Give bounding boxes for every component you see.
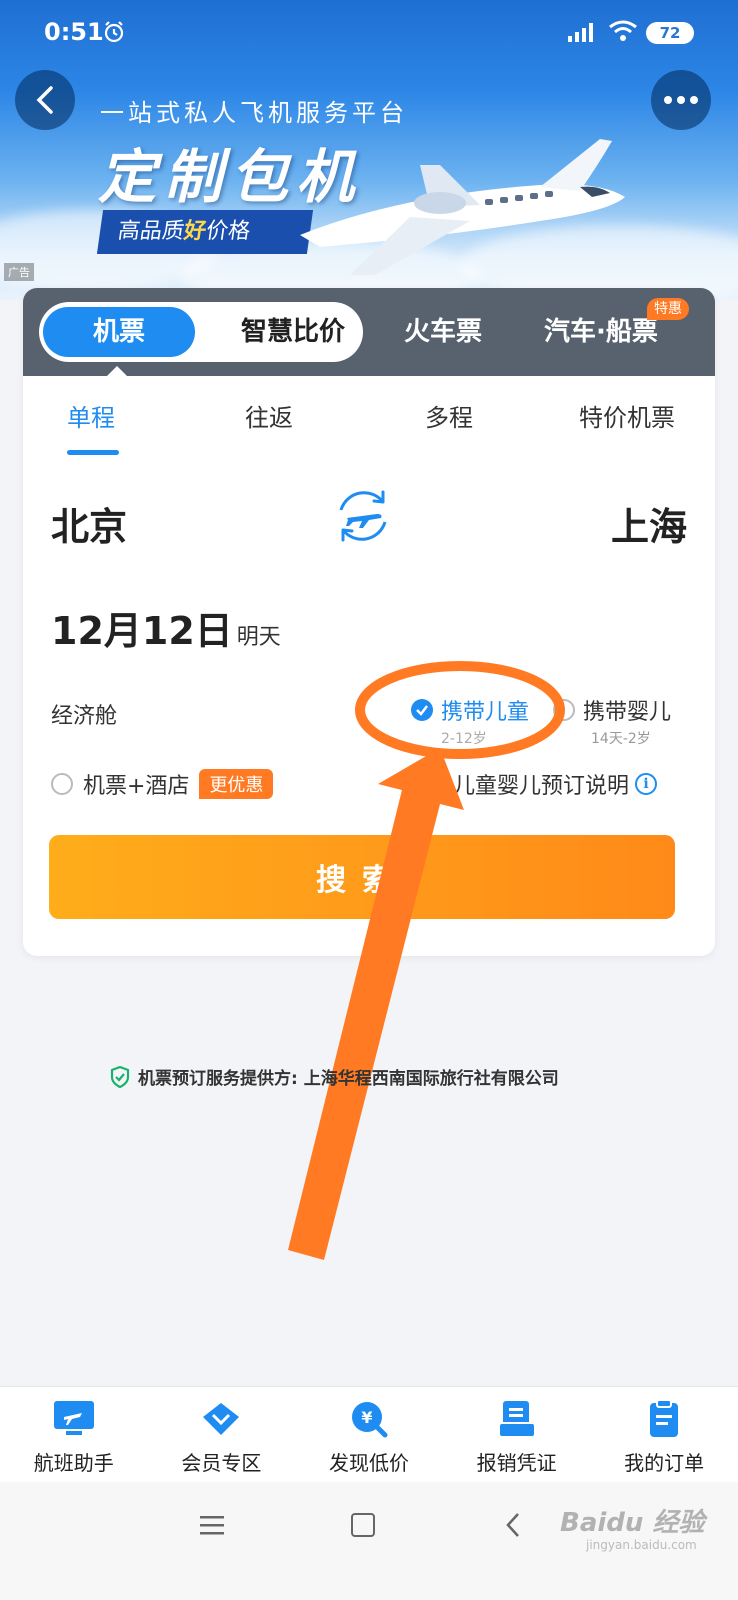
date-relative: 明天 — [236, 625, 281, 650]
slogan-prefix: 高品质 — [116, 219, 186, 244]
child-age-range: 2-12岁 — [441, 731, 487, 747]
watermark-url: jingyan.baidu.com — [586, 1538, 697, 1552]
nav-label: 我的订单 — [624, 1451, 705, 1475]
mode-tabs: 机票 智慧比价 火车票 汽车·船票 特惠 — [23, 288, 715, 378]
option-hotel-label: 机票+酒店 — [83, 774, 190, 799]
slogan-suffix: 价格 — [204, 219, 252, 244]
option-child-label: 携带儿童 — [441, 700, 530, 725]
provider-text: 机票预订服务提供方: 上海华程西南国际旅行社有限公司 — [138, 1069, 559, 1089]
active-trip-underline — [67, 450, 119, 455]
chevron-left-icon — [36, 86, 53, 114]
banner-subtitle: 一站式私人飞机服务平台 — [100, 99, 408, 127]
wifi-icon — [609, 20, 637, 41]
battery-indicator: 72 — [646, 22, 694, 44]
nav-find-low-price[interactable]: ¥ 发现低价 — [295, 1387, 443, 1482]
radio-unchecked-icon — [51, 773, 73, 795]
alarm-icon — [104, 21, 124, 43]
nav-reimbursement[interactable]: 报销凭证 — [443, 1387, 591, 1482]
nav-label: 会员专区 — [181, 1451, 262, 1475]
promo-banner[interactable]: 0:51 72 一站式私人飞机服务平台 定制包机 高品质好价格 广告 — [0, 0, 738, 300]
status-bar: 0:51 72 — [0, 0, 738, 64]
tab-flight[interactable]: 机票 — [43, 307, 195, 357]
nav-my-orders[interactable]: 我的订单 — [590, 1387, 738, 1482]
tab-train[interactable]: 火车票 — [393, 307, 493, 357]
option-infant-label: 携带婴儿 — [583, 700, 672, 725]
child-infant-booking-note[interactable]: 儿童婴儿预订说明 i — [453, 768, 658, 800]
nav-flight-assistant[interactable]: 航班助手 — [0, 1387, 148, 1482]
radio-unchecked-icon — [553, 699, 575, 721]
tab-one-way[interactable]: 单程 — [67, 398, 115, 433]
home-square-icon[interactable] — [351, 1513, 375, 1537]
status-time: 0:51 — [44, 18, 104, 46]
nav-label: 航班助手 — [33, 1451, 114, 1475]
infant-age-range: 14天-2岁 — [591, 731, 651, 747]
baidu-watermark: Baidu 经验 — [560, 1508, 705, 1538]
nav-member-zone[interactable]: 会员专区 — [148, 1387, 296, 1482]
option-with-infant[interactable]: 携带婴儿 — [553, 694, 671, 726]
booking-note-label: 儿童婴儿预订说明 — [453, 774, 630, 799]
tab-special-fares[interactable]: 特价机票 — [579, 398, 675, 433]
tab-round-trip[interactable]: 往返 — [245, 398, 293, 433]
private-jet-illustration — [300, 139, 625, 275]
bottom-nav: 航班助手 会员专区 ¥ 发现低价 报销凭证 我的订单 — [0, 1386, 738, 1482]
shield-check-icon — [110, 1065, 130, 1088]
ad-tag: 广告 — [4, 263, 34, 281]
date-value: 12月12日 — [51, 609, 233, 653]
checked-icon — [411, 699, 433, 721]
swap-plane-icon — [339, 490, 387, 542]
diamond-icon — [203, 1403, 240, 1435]
info-icon: i — [635, 773, 658, 795]
search-button[interactable]: 搜索 — [49, 835, 675, 919]
arrival-city[interactable]: 上海 — [611, 496, 687, 551]
menu-icon[interactable] — [200, 1514, 224, 1536]
swap-cities-button[interactable] — [331, 484, 395, 548]
service-provider: 机票预订服务提供方: 上海华程西南国际旅行社有限公司 — [110, 1064, 559, 1089]
trip-type-tabs: 单程 往返 多程 特价机票 — [23, 376, 715, 456]
departure-date[interactable]: 12月12日 明天 — [51, 600, 281, 655]
more-dots-icon — [664, 96, 698, 104]
receipt-icon — [497, 1401, 536, 1438]
price-search-icon: ¥ — [351, 1402, 388, 1438]
tab-smart-compare[interactable]: 智慧比价 — [223, 307, 363, 357]
departure-city[interactable]: 北京 — [51, 496, 127, 551]
option-flight-hotel[interactable]: 机票+酒店 更优惠 — [51, 768, 274, 800]
nav-label: 发现低价 — [328, 1451, 409, 1475]
system-nav-bar: Baidu 经验 jingyan.baidu.com — [0, 1482, 738, 1600]
discount-badge: 更优惠 — [199, 769, 274, 799]
order-icon — [650, 1399, 679, 1437]
special-offer-badge: 特惠 — [647, 298, 689, 320]
cabin-class-selector[interactable]: 经济舱 — [51, 698, 117, 730]
nav-label: 报销凭证 — [476, 1451, 557, 1475]
tab-multi-city[interactable]: 多程 — [425, 398, 473, 433]
signal-icon — [568, 23, 593, 42]
back-button[interactable] — [15, 70, 75, 130]
more-button[interactable] — [651, 70, 711, 130]
flight-monitor-icon — [53, 1401, 94, 1435]
back-triangle-icon[interactable] — [504, 1512, 522, 1538]
svg-text:¥: ¥ — [361, 1408, 372, 1427]
option-with-child[interactable]: 携带儿童 — [411, 694, 529, 726]
flight-search-card: 机票 智慧比价 火车票 汽车·船票 特惠 单程 往返 多程 特价机票 北京 上海… — [23, 288, 715, 956]
